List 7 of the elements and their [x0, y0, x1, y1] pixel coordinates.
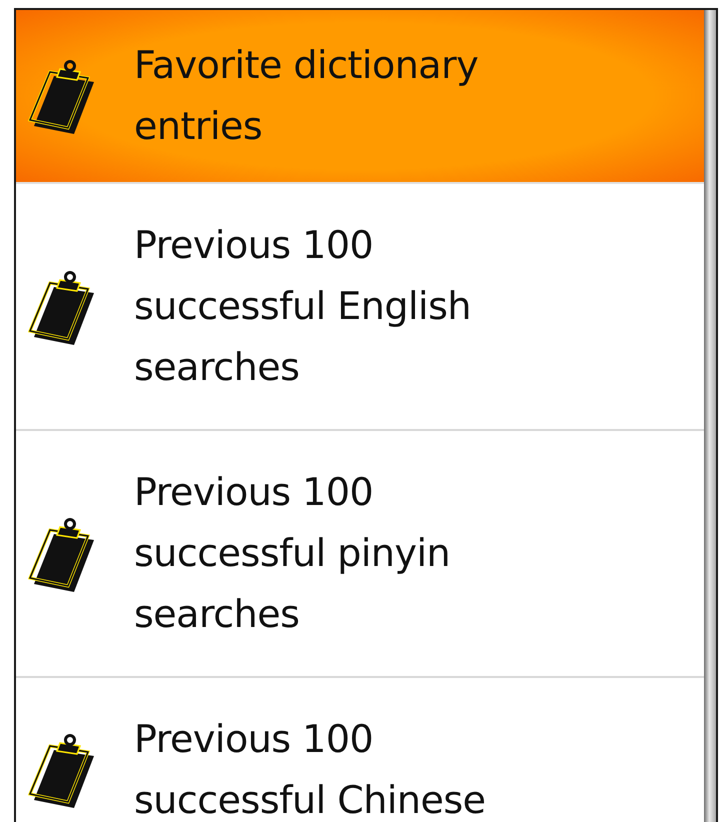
list-item[interactable]: Previous 100 successful Chinese: [16, 678, 704, 822]
item-label: Previous 100 successful pinyin searches: [134, 469, 452, 638]
scrollbar[interactable]: [704, 10, 716, 822]
item-label: Previous 100 successful English searches: [134, 222, 472, 391]
item-label: Previous 100 successful Chinese: [134, 716, 487, 822]
item-label: Favorite dictionary entries: [134, 42, 480, 150]
list-item[interactable]: Favorite dictionary entries: [16, 10, 704, 184]
